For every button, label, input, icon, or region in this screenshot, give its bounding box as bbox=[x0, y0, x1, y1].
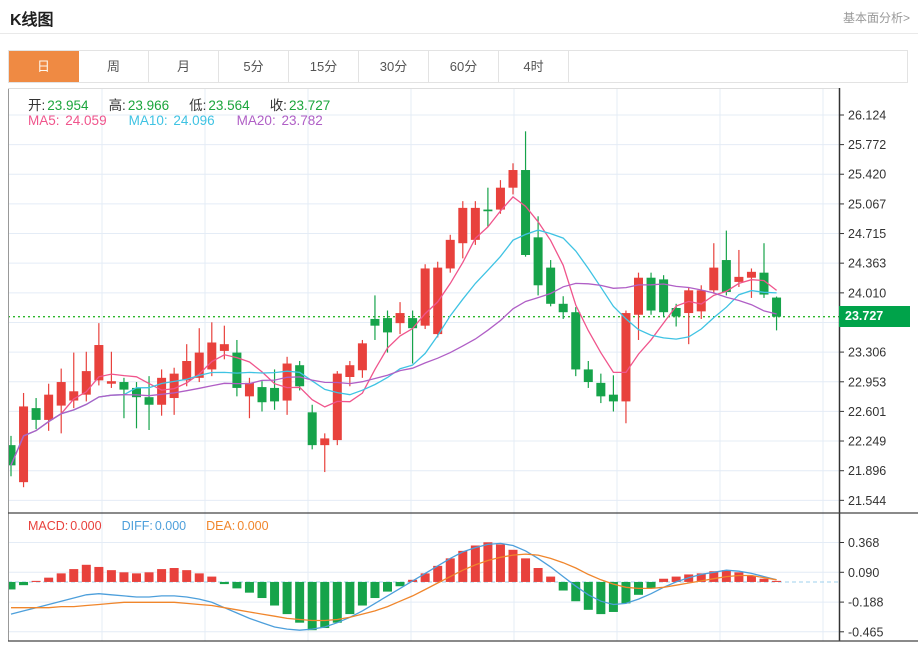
tab-day[interactable]: 日 bbox=[9, 51, 79, 82]
tab-5min[interactable]: 5分 bbox=[219, 51, 289, 82]
macd-legend: MACD: 0.000 DIFF: 0.000 DEA: 0.000 bbox=[28, 519, 269, 533]
svg-text:22.953: 22.953 bbox=[848, 375, 886, 389]
current-price-badge: 23.727 bbox=[839, 306, 910, 327]
ohlc-legend: 开: 23.954 高: 23.966 低: 23.564 收: 23.727 bbox=[28, 94, 330, 114]
kline-chart[interactable]: 26.124 25.772 25.420 25.067 24.715 24.363 24.0… bbox=[8, 88, 918, 645]
svg-text:21.544: 21.544 bbox=[848, 494, 886, 508]
dea-value: DEA: 0.000 bbox=[206, 519, 269, 533]
diff-value: DIFF: 0.000 bbox=[121, 519, 187, 533]
svg-text:22.601: 22.601 bbox=[848, 405, 886, 419]
ma20-legend: MA20: 23.782 bbox=[236, 113, 323, 128]
header-divider bbox=[0, 33, 918, 34]
chart-area: 26.124 25.772 25.420 25.067 24.715 24.363 24.0… bbox=[8, 88, 918, 645]
svg-text:0.368: 0.368 bbox=[848, 536, 879, 550]
ma5-legend: MA5: 24.059 bbox=[28, 113, 107, 128]
tab-60min[interactable]: 60分 bbox=[429, 51, 499, 82]
tab-4hour[interactable]: 4时 bbox=[499, 51, 569, 82]
svg-text:25.067: 25.067 bbox=[848, 197, 886, 211]
svg-text:25.420: 25.420 bbox=[848, 168, 886, 182]
fundamental-analysis-link[interactable]: 基本面分析> bbox=[843, 9, 910, 26]
interval-tabbar: 日 周 月 5分 15分 30分 60分 4时 bbox=[8, 50, 908, 83]
ohlc-low: 低: 23.564 bbox=[189, 98, 250, 113]
ma-legend: MA5: 24.059 MA10: 24.096 MA20: 23.782 bbox=[28, 113, 323, 128]
svg-text:24.363: 24.363 bbox=[848, 257, 886, 271]
ohlc-close: 收: 23.727 bbox=[269, 98, 331, 113]
svg-text:26.124: 26.124 bbox=[848, 109, 886, 123]
svg-text:-0.188: -0.188 bbox=[848, 596, 883, 610]
ohlc-open: 开: 23.954 bbox=[28, 98, 89, 113]
svg-text:0.090: 0.090 bbox=[848, 566, 879, 580]
svg-text:23.306: 23.306 bbox=[848, 346, 886, 360]
tab-month[interactable]: 月 bbox=[149, 51, 219, 82]
svg-text:22.249: 22.249 bbox=[848, 435, 886, 449]
svg-text:21.896: 21.896 bbox=[848, 464, 886, 478]
tab-week[interactable]: 周 bbox=[79, 51, 149, 82]
ma10-legend: MA10: 24.096 bbox=[128, 113, 215, 128]
macd-value: MACD: 0.000 bbox=[28, 519, 102, 533]
page-title: K线图 bbox=[10, 12, 54, 29]
svg-text:24.715: 24.715 bbox=[848, 227, 886, 241]
svg-text:24.010: 24.010 bbox=[848, 286, 886, 300]
ohlc-high: 高: 23.966 bbox=[108, 98, 170, 113]
tab-15min[interactable]: 15分 bbox=[289, 51, 359, 82]
tab-30min[interactable]: 30分 bbox=[359, 51, 429, 82]
svg-text:25.772: 25.772 bbox=[848, 138, 886, 152]
svg-text:-0.465: -0.465 bbox=[848, 625, 883, 639]
